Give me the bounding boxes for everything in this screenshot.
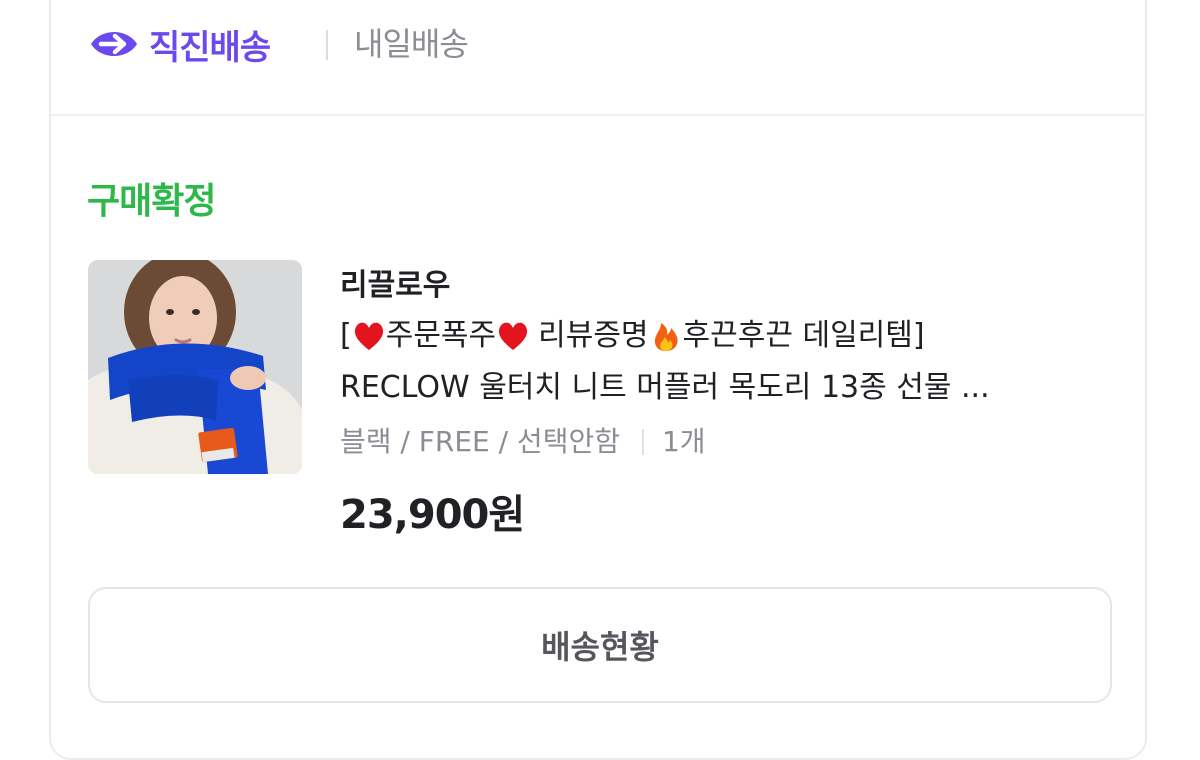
title-text-2: 리뷰증명 (538, 318, 649, 353)
order-card: 직진배송 내일배송 구매확정 리끌로우 [주문폭주 리뷰증명 후끈후끈 데일리… (49, 0, 1147, 760)
delivery-type-header: 직진배송 내일배송 (51, 2, 1145, 116)
heart-icon (352, 319, 386, 353)
product-quantity: 1개 (661, 425, 706, 458)
fire-icon (649, 319, 683, 353)
option-divider (641, 429, 644, 455)
delivery-status-button[interactable]: 배송현황 (88, 587, 1112, 703)
product-option: 블랙 / FREE / 선택안함 (340, 425, 620, 458)
seller-name[interactable]: 리끌로우 (340, 260, 450, 304)
direct-delivery-badge: 직진배송 (87, 22, 271, 68)
heart-icon (496, 319, 530, 353)
title-text-3: 후끈후끈 데일리템] (682, 318, 925, 353)
product-title-line-1: [ 주문폭주 리뷰증명 후끈후끈 데일리템] (340, 310, 1130, 362)
direct-delivery-label: 직진배송 (149, 27, 271, 68)
title-text-1: 주문폭주 (385, 318, 497, 353)
tomorrow-delivery-label: 내일배송 (354, 25, 469, 63)
product-option-row: 블랙 / FREE / 선택안함 1개 (340, 422, 706, 462)
header-divider (326, 30, 328, 60)
product-image[interactable] (88, 260, 302, 474)
product-price: 23,900원 (340, 492, 525, 538)
direct-delivery-arrow-icon (87, 26, 141, 62)
product-title-line-2: RECLOW 울터치 니트 머플러 목도리 13종 선물 ... (340, 370, 990, 405)
title-bracket: [ (340, 318, 352, 353)
order-status: 구매확정 (87, 181, 216, 222)
product-title[interactable]: [ 주문폭주 리뷰증명 후끈후끈 데일리템] RECLOW 울터치 니트 머플러… (340, 310, 1130, 414)
